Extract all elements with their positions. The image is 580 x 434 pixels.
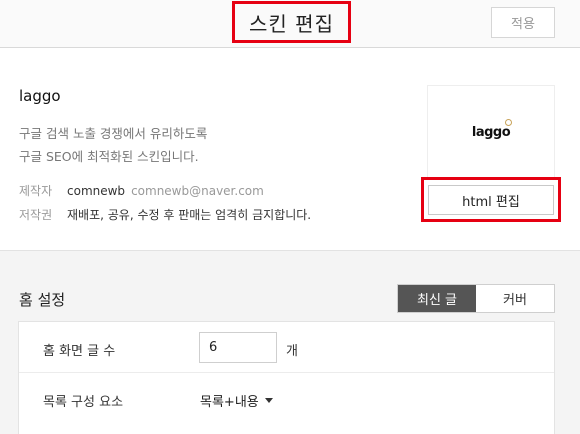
- list-layout-select[interactable]: 목록+내용: [200, 391, 273, 410]
- copyright-label: 저작권: [19, 208, 53, 222]
- tab-latest-posts[interactable]: 최신 글: [398, 285, 476, 312]
- skin-info-section: laggo 구글 검색 노출 경쟁에서 유리하도록 구글 SEO에 최적화된 스…: [0, 49, 580, 250]
- skin-name: laggo: [19, 87, 61, 105]
- logo-dot-icon: [505, 118, 513, 126]
- list-layout-value: 목록+내용: [200, 395, 259, 410]
- skin-description-line: 구글 SEO에 최적화된 스킨입니다.: [19, 149, 199, 164]
- home-settings-section: 홈 설정 최신 글 커버 홈 화면 글 수 6 개 목록 구성 요소 목록+내용: [0, 250, 580, 434]
- post-count-label: 홈 화면 글 수: [43, 344, 116, 359]
- skin-description: 구글 검색 노출 경쟁에서 유리하도록 구글 SEO에 최적화된 스킨입니다.: [19, 122, 207, 168]
- copyright-text: 재배포, 공유, 수정 후 판매는 엄격히 금지합니다.: [67, 208, 312, 222]
- skin-logo: laggo: [471, 118, 513, 140]
- home-settings-title: 홈 설정: [19, 291, 66, 309]
- page-title-highlight: 스킨 편집: [232, 1, 351, 43]
- copyright-row: 저작권 재배포, 공유, 수정 후 판매는 엄격히 금지합니다.: [19, 206, 311, 223]
- skin-description-line: 구글 검색 노출 경쟁에서 유리하도록: [19, 126, 208, 141]
- author-email: comnewb@naver.com: [131, 183, 264, 198]
- skin-thumbnail: laggo: [427, 85, 555, 179]
- home-type-toggle: 최신 글 커버: [397, 284, 555, 313]
- apply-button[interactable]: 적용: [491, 7, 555, 38]
- post-count-input[interactable]: 6: [199, 332, 277, 363]
- list-layout-label: 목록 구성 요소: [43, 395, 124, 410]
- post-count-unit: 개: [286, 344, 298, 359]
- author-name: comnewb: [67, 183, 126, 198]
- caret-down-icon: [264, 398, 273, 403]
- page-title: 스킨 편집: [249, 11, 334, 36]
- author-label: 제작자: [19, 184, 53, 198]
- tab-cover[interactable]: 커버: [476, 285, 554, 312]
- header-bar: 스킨 편집 적용: [0, 0, 580, 48]
- skin-logo-text: laggo: [471, 124, 511, 140]
- list-layout-row: 목록 구성 요소 목록+내용: [19, 373, 554, 424]
- html-edit-button[interactable]: html 편집: [428, 185, 554, 215]
- post-count-row: 홈 화면 글 수 6 개: [19, 322, 554, 373]
- home-settings-panel: 홈 화면 글 수 6 개 목록 구성 요소 목록+내용: [18, 321, 555, 434]
- author-row: 제작자 comnewb comnewb@naver.com: [19, 182, 264, 199]
